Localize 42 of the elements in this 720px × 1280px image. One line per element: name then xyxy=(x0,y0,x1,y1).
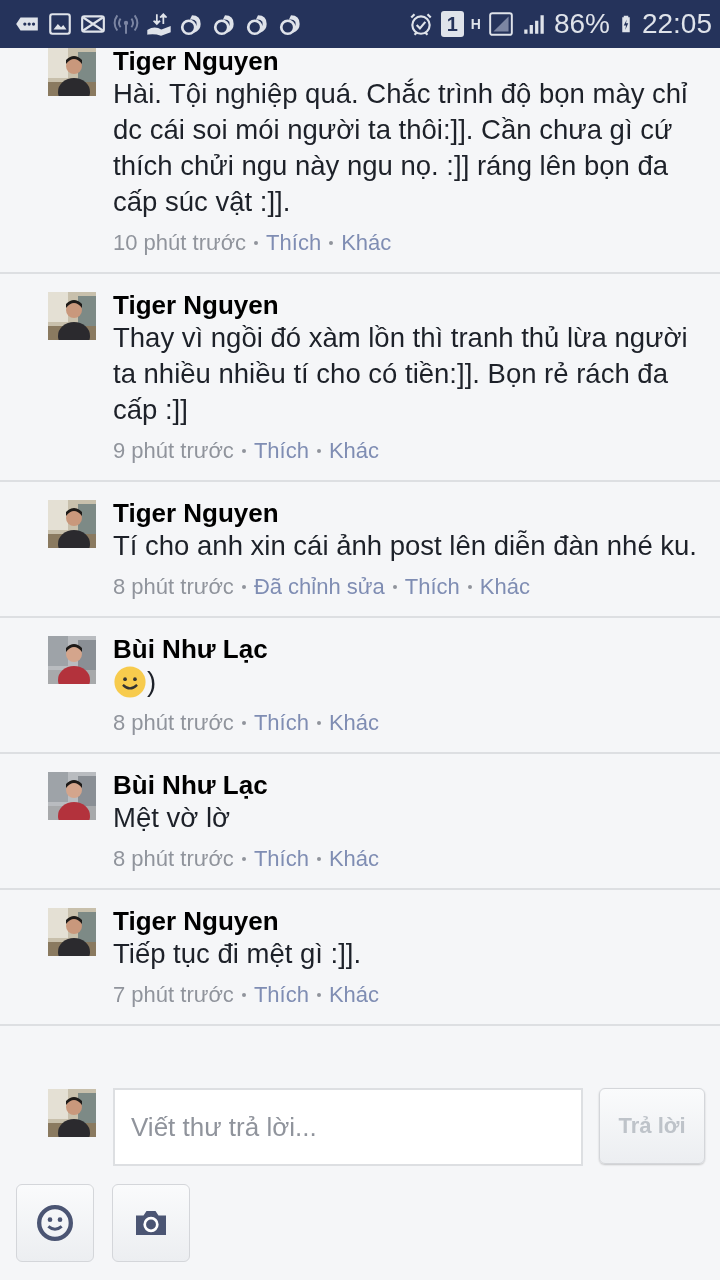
transfer-icon xyxy=(146,11,172,37)
comment-text: Mệt vờ lờ xyxy=(113,801,231,835)
smiley-icon xyxy=(35,1203,75,1243)
action-link[interactable]: Khác xyxy=(328,982,380,1008)
comment-time: 10 phút trước xyxy=(113,230,247,256)
comment-text: ) xyxy=(147,665,157,699)
comment-text: Hài. Tội nghiệp quá. Chắc trình độ bọn mày chỉ dc cái soi mói người ta thôi:]]. Cần chưa gì cứ thích chửi ngu này ngu nọ. :]] ráng lên bọn đa cấp súc vật :]]. xyxy=(113,77,689,219)
action-link[interactable]: Thích xyxy=(266,230,322,256)
comment-time: 8 phút trước xyxy=(113,710,234,736)
action-link[interactable]: Khác xyxy=(479,574,530,600)
author-name[interactable]: Tiger Nguyen xyxy=(113,906,704,936)
author-name[interactable]: Tiger Nguyen xyxy=(113,498,704,528)
action-link[interactable]: Khác xyxy=(328,710,380,736)
comment-text: Tiếp tục đi mệt gì :]]. xyxy=(113,937,362,971)
clock: 22:05 xyxy=(641,8,712,40)
comment-time: 8 phút trước xyxy=(113,574,234,600)
action-link[interactable]: Khác xyxy=(328,846,380,872)
camera-button[interactable] xyxy=(112,1184,190,1262)
action-link[interactable]: Khác xyxy=(341,230,392,256)
comment-text: Tí cho anh xin cái ảnh post lên diễn đàn nhé ku. xyxy=(113,529,697,563)
image-icon xyxy=(47,11,73,37)
network-type: H xyxy=(470,17,481,31)
action-link[interactable]: Thích xyxy=(253,846,309,872)
action-link[interactable]: Thích xyxy=(253,438,309,464)
comment-time: 8 phút trước xyxy=(113,846,234,872)
action-link[interactable]: Thích xyxy=(253,982,309,1008)
emoji-button[interactable] xyxy=(16,1184,94,1262)
author-name[interactable]: Bùi Như Lạc xyxy=(113,634,704,664)
action-link[interactable]: Thích xyxy=(253,710,309,736)
battery-percent: 86% xyxy=(553,8,610,40)
comment-text: Thay vì ngồi đó xàm lồn thì tranh thủ lừa người ta nhiều nhiều tí cho có tiền:]]. Bọn rẻ rách đa cấp :]] xyxy=(113,321,689,427)
smiley-icon xyxy=(113,665,147,699)
comment-time: 9 phút trước xyxy=(113,438,234,464)
author-name[interactable]: Tiger Nguyen xyxy=(113,48,704,76)
action-link[interactable]: Thích xyxy=(404,574,460,600)
signal-icon xyxy=(487,11,514,37)
action-link[interactable]: Khác xyxy=(328,438,380,464)
comment-time: 7 phút trước xyxy=(113,982,234,1008)
sim-badge: 1 xyxy=(440,11,464,37)
author-name[interactable]: Bùi Như Lạc xyxy=(113,770,704,800)
author-name[interactable]: Tiger Nguyen xyxy=(113,290,704,320)
action-link[interactable]: Đã chỉnh sửa xyxy=(253,574,385,600)
